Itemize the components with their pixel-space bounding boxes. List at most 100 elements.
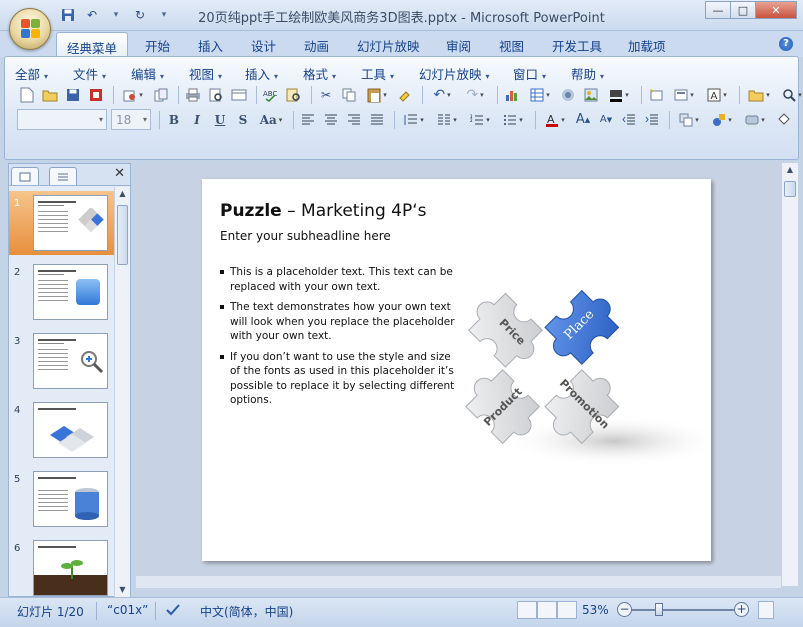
menu-file[interactable]: 文件 ▾ [73, 64, 131, 83]
shadow-icon[interactable]: S [233, 110, 253, 130]
slide-scrollbar[interactable]: ▲ [781, 163, 798, 586]
font-size-combo[interactable]: 18 ▾ [111, 109, 151, 130]
tab-classic-menu[interactable]: 经典菜单 [56, 32, 129, 58]
tab-addins[interactable]: 加载项 [628, 36, 666, 55]
fill-bucket-icon[interactable] [773, 110, 793, 130]
insert-table-dropdown-icon[interactable]: ▾ [525, 85, 555, 105]
tab-design[interactable]: 设计 [251, 36, 276, 55]
scroll-thumb[interactable] [117, 205, 128, 265]
spelling-icon[interactable]: ABC [261, 85, 281, 105]
scroll-down-icon[interactable]: ▼ [115, 583, 130, 597]
cut-icon[interactable]: ✂ [316, 85, 336, 105]
thumbnail-scrollbar[interactable]: ▲ ▼ [114, 187, 130, 597]
save-icon[interactable] [63, 85, 83, 105]
scroll-thumb[interactable] [784, 181, 796, 197]
font-name-combo[interactable]: ▾ [17, 109, 107, 130]
zoom-in-icon[interactable]: + [734, 602, 749, 617]
tab-animations[interactable]: 动画 [304, 36, 329, 55]
menu-window[interactable]: 窗口 ▾ [513, 64, 571, 83]
change-case-dropdown-icon[interactable]: Aa ▾ [256, 110, 286, 130]
tab-view[interactable]: 视图 [499, 36, 524, 55]
find-dropdown-icon[interactable]: ▾ [777, 85, 803, 105]
zoom-slider-knob[interactable] [655, 603, 663, 616]
scroll-up-icon[interactable]: ▲ [782, 163, 798, 177]
help-icon[interactable]: ? [779, 37, 793, 51]
align-left-icon[interactable] [298, 110, 318, 130]
slide-title[interactable]: Puzzle – Marketing 4P‘s [220, 201, 426, 221]
new-document-icon[interactable] [17, 85, 37, 105]
outline-tab-icon[interactable] [49, 167, 77, 185]
bullets-dropdown-icon[interactable]: ▾ [498, 110, 528, 130]
menu-tools[interactable]: 工具 ▾ [361, 64, 419, 83]
format-painter-icon[interactable] [395, 85, 415, 105]
fit-to-window-icon[interactable] [758, 601, 774, 619]
slide-canvas[interactable]: Puzzle – Marketing 4P‘s Enter your subhe… [202, 179, 711, 561]
language-indicator[interactable]: 中文(简体，中国) [200, 603, 293, 620]
preview-icon[interactable] [206, 85, 226, 105]
decrease-indent-icon[interactable] [619, 110, 639, 130]
layout-icon[interactable] [229, 85, 249, 105]
text-box-dropdown-icon[interactable]: A ▾ [702, 85, 732, 105]
shrink-font-icon[interactable]: A ▼ [596, 110, 616, 130]
menu-view[interactable]: 视图 ▾ [189, 64, 245, 83]
tab-developer[interactable]: 开发工具 [552, 36, 602, 55]
menu-format[interactable]: 格式 ▾ [303, 64, 361, 83]
slide-layout-dropdown-icon[interactable]: ▾ [669, 85, 699, 105]
zoom-level[interactable]: 53% [582, 603, 609, 617]
bullet-textbox[interactable]: This is a placeholder text. This text ca… [220, 265, 460, 414]
clipart-icon[interactable] [558, 85, 578, 105]
line-spacing-dropdown-icon[interactable]: ▾ [399, 110, 429, 130]
puzzle-graphic[interactable]: Price Place Product Promotion [454, 249, 704, 499]
slide-sorter-view-icon[interactable] [537, 601, 557, 619]
zoom-slider[interactable] [632, 609, 734, 611]
menu-slideshow[interactable]: 幻灯片放映 ▾ [419, 64, 513, 83]
slide-thumbnail[interactable]: 5 [9, 467, 115, 531]
quick-styles-dropdown-icon[interactable]: ▾ [740, 110, 770, 130]
columns-dropdown-icon[interactable]: ▾ [432, 110, 462, 130]
slide-thumbnail[interactable]: 1 [9, 191, 115, 255]
align-right-icon[interactable] [344, 110, 364, 130]
numbering-dropdown-icon[interactable]: 1 2 ▾ [465, 110, 495, 130]
open-folder-icon[interactable] [40, 85, 60, 105]
menu-edit[interactable]: 编辑 ▾ [131, 64, 189, 83]
tab-insert[interactable]: 插入 [198, 36, 223, 55]
normal-view-icon[interactable] [517, 601, 537, 619]
insert-picture-icon[interactable] [581, 85, 601, 105]
print-icon[interactable] [183, 85, 203, 105]
slide-thumbnail[interactable]: 6 [9, 536, 115, 597]
tab-slideshow[interactable]: 幻灯片放映 [357, 36, 420, 55]
redo-dropdown-icon[interactable]: ↷ ▾ [460, 85, 490, 105]
tab-review[interactable]: 审阅 [446, 36, 471, 55]
horizontal-scrollbar[interactable] [136, 576, 781, 588]
zoom-out-icon[interactable]: − [617, 602, 632, 617]
shapes-dropdown-icon[interactable]: ▾ [707, 110, 737, 130]
underline-icon[interactable]: U [210, 110, 230, 130]
grow-font-icon[interactable]: A ▲ [573, 110, 593, 130]
spell-check-icon[interactable] [166, 603, 184, 620]
increase-indent-icon[interactable] [642, 110, 662, 130]
slides-tab-icon[interactable] [11, 167, 39, 185]
menu-all[interactable]: 全部 ▾ [15, 64, 73, 83]
slide-subtitle[interactable]: Enter your subheadline here [220, 229, 391, 243]
menu-insert[interactable]: 插入 ▾ [245, 64, 303, 83]
insert-chart-icon[interactable] [502, 85, 522, 105]
close-button[interactable]: ✕ [755, 1, 797, 19]
theme-name[interactable]: “c01x” [107, 603, 148, 617]
scroll-up-icon[interactable]: ▲ [115, 187, 130, 201]
shape-fill-dropdown-icon[interactable]: ▾ [604, 85, 634, 105]
copy-icon[interactable] [339, 85, 359, 105]
slide-thumbnail[interactable]: 3 [9, 329, 115, 393]
undo-dropdown-icon[interactable]: ↶ ▾ [427, 85, 457, 105]
menu-help[interactable]: 帮助 ▾ [571, 64, 629, 83]
slideshow-view-icon[interactable] [557, 601, 577, 619]
font-color-dropdown-icon[interactable]: A ▾ [540, 110, 570, 130]
slide-thumbnail[interactable]: 4 [9, 398, 115, 462]
paste-dropdown-icon[interactable]: ▾ [362, 85, 392, 105]
attach-icon[interactable] [151, 85, 171, 105]
align-center-icon[interactable] [321, 110, 341, 130]
italic-icon[interactable]: I [187, 110, 207, 130]
research-icon[interactable] [284, 85, 304, 105]
slide-thumbnail[interactable]: 2 [9, 260, 115, 324]
new-slide-icon[interactable] [646, 85, 666, 105]
arrange-dropdown-icon[interactable]: ▾ [674, 110, 704, 130]
